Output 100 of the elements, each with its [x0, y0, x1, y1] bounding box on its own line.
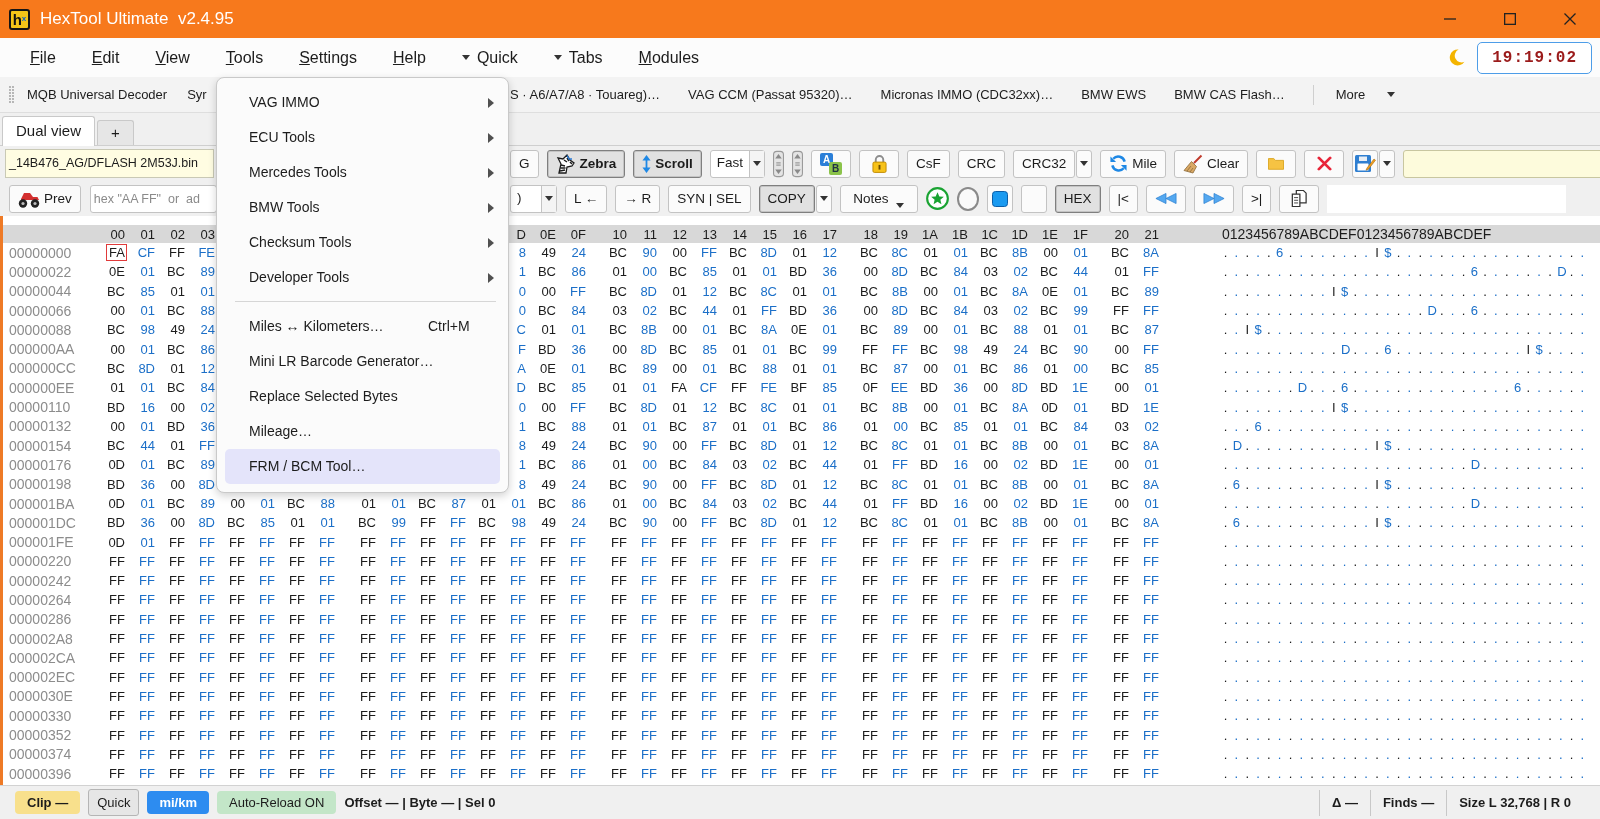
hex-byte[interactable]: FF	[256, 765, 277, 783]
hex-byte[interactable]: FF	[357, 649, 378, 667]
hex-byte[interactable]: FF	[316, 726, 337, 744]
hex-byte[interactable]: FF	[1069, 687, 1090, 705]
hex-byte[interactable]: FF	[949, 745, 970, 763]
hex-byte[interactable]: 01	[949, 514, 970, 532]
hex-byte[interactable]: FF	[357, 591, 378, 609]
hex-byte[interactable]: FF	[417, 514, 438, 532]
hex-byte[interactable]: BC	[537, 379, 558, 397]
hex-byte[interactable]: BC	[728, 321, 749, 339]
hex-byte[interactable]: FF	[447, 572, 468, 590]
hex-byte[interactable]: BC	[979, 437, 1000, 455]
toolbar-button[interactable]: COPY	[758, 184, 815, 213]
hex-byte[interactable]: FF	[357, 533, 378, 551]
hex-byte[interactable]: 00	[1039, 514, 1060, 532]
hex-byte[interactable]: 00	[638, 456, 659, 474]
hex-byte[interactable]: FF	[136, 591, 157, 609]
hex-byte[interactable]: FF	[889, 340, 910, 358]
hex-byte[interactable]: 8B	[638, 321, 659, 339]
hex-byte[interactable]: FF	[1069, 591, 1090, 609]
hex-byte[interactable]: 00	[1110, 379, 1131, 397]
hex-byte[interactable]: FF	[949, 572, 970, 590]
hex-byte[interactable]: BC	[537, 417, 558, 435]
hex-byte[interactable]: FF	[919, 649, 940, 667]
hex-byte[interactable]: 01	[698, 321, 719, 339]
hex-byte[interactable]: 85	[136, 282, 157, 300]
hex-byte[interactable]: FF	[889, 552, 910, 570]
hex-byte[interactable]: FF	[507, 591, 528, 609]
hex-byte[interactable]: 00	[608, 340, 629, 358]
hex-byte[interactable]: FF	[638, 707, 659, 725]
hex-byte[interactable]: BC	[1039, 263, 1060, 281]
toolbar-button[interactable]: |<	[1108, 184, 1138, 213]
hex-byte[interactable]: 01	[788, 359, 809, 377]
hex-byte[interactable]: FF	[166, 244, 187, 262]
hex-byte[interactable]: 01	[136, 533, 157, 551]
hex-byte[interactable]: 01	[136, 456, 157, 474]
hex-byte[interactable]: 0D	[1039, 398, 1060, 416]
hex-byte[interactable]: 02	[1009, 495, 1030, 512]
hex-byte[interactable]: FF	[949, 591, 970, 609]
hex-byte[interactable]: 00	[1039, 244, 1060, 262]
hex-byte[interactable]: 1E	[1140, 398, 1161, 416]
hex-byte[interactable]: 98	[136, 321, 157, 339]
hex-byte[interactable]: 98	[507, 514, 528, 532]
hex-byte[interactable]: FF	[567, 649, 588, 667]
hex-byte[interactable]: FF	[196, 726, 217, 744]
hex-byte[interactable]: BC	[788, 417, 809, 435]
hex-byte[interactable]: FF	[507, 552, 528, 570]
hex-byte[interactable]: FF	[537, 765, 558, 783]
mile-button[interactable]: Mile	[1100, 149, 1167, 178]
hex-byte[interactable]: FF	[256, 726, 277, 744]
hex-byte[interactable]: 01	[818, 359, 839, 377]
hex-byte[interactable]: FF	[758, 668, 779, 686]
hex-byte[interactable]: FF	[638, 552, 659, 570]
hex-byte[interactable]: FF	[1140, 687, 1161, 705]
hex-byte[interactable]: 01	[1069, 437, 1090, 455]
hex-byte[interactable]: 89	[196, 263, 217, 281]
hex-byte[interactable]: FF	[818, 726, 839, 744]
hex-byte[interactable]: BC	[608, 475, 629, 493]
hex-byte[interactable]: FF	[286, 765, 307, 783]
hex-byte[interactable]: BC	[788, 495, 809, 512]
hex-byte[interactable]: BC	[166, 302, 187, 320]
hex-byte[interactable]: FF	[638, 668, 659, 686]
hex-byte[interactable]: FF	[567, 707, 588, 725]
hex-byte[interactable]: 16	[949, 495, 970, 512]
menu-item[interactable]: VAG IMMO	[225, 85, 500, 120]
hex-byte[interactable]: 87	[889, 359, 910, 377]
hex-byte[interactable]: FF	[1009, 610, 1030, 628]
hex-byte[interactable]: 8D	[196, 475, 217, 493]
hex-byte[interactable]: 24	[567, 437, 588, 455]
hex-byte[interactable]: FF	[728, 379, 749, 397]
hex-byte[interactable]: FF	[818, 707, 839, 725]
hex-byte[interactable]: FF	[136, 765, 157, 783]
hex-byte[interactable]: FF	[979, 745, 1000, 763]
menu-item[interactable]: Replace Selected Bytes	[225, 379, 500, 414]
hex-byte[interactable]: FF	[979, 668, 1000, 686]
hex-byte[interactable]: BC	[859, 244, 880, 262]
hex-byte[interactable]: 01	[949, 475, 970, 493]
copy-button[interactable]	[1279, 184, 1320, 213]
hex-byte[interactable]: 85	[698, 263, 719, 281]
hex-byte[interactable]: FE	[758, 379, 779, 397]
hex-byte[interactable]: FF	[537, 591, 558, 609]
hex-byte[interactable]: FF	[1140, 707, 1161, 725]
menu-item[interactable]: Checksum Tools	[225, 225, 500, 260]
hex-byte[interactable]: FF	[567, 765, 588, 783]
hex-byte[interactable]: FF	[286, 668, 307, 686]
hex-byte[interactable]: FF	[1009, 533, 1030, 551]
hex-byte[interactable]: FF	[256, 707, 277, 725]
hex-byte[interactable]: FF	[979, 610, 1000, 628]
hex-byte[interactable]: FF	[567, 745, 588, 763]
hex-byte[interactable]: FF	[256, 552, 277, 570]
hex-byte[interactable]: FF	[477, 765, 498, 783]
hex-byte[interactable]: BC	[1039, 417, 1060, 435]
hex-byte[interactable]: FF	[919, 765, 940, 783]
moon-icon[interactable]	[1448, 49, 1466, 66]
hex-byte[interactable]: FF	[1069, 707, 1090, 725]
hex-byte[interactable]: 89	[638, 359, 659, 377]
close-icon[interactable]	[1564, 13, 1576, 25]
hex-byte[interactable]: FF	[818, 591, 839, 609]
hex-byte[interactable]: FF	[608, 687, 629, 705]
hex-byte[interactable]: FF	[608, 572, 629, 590]
